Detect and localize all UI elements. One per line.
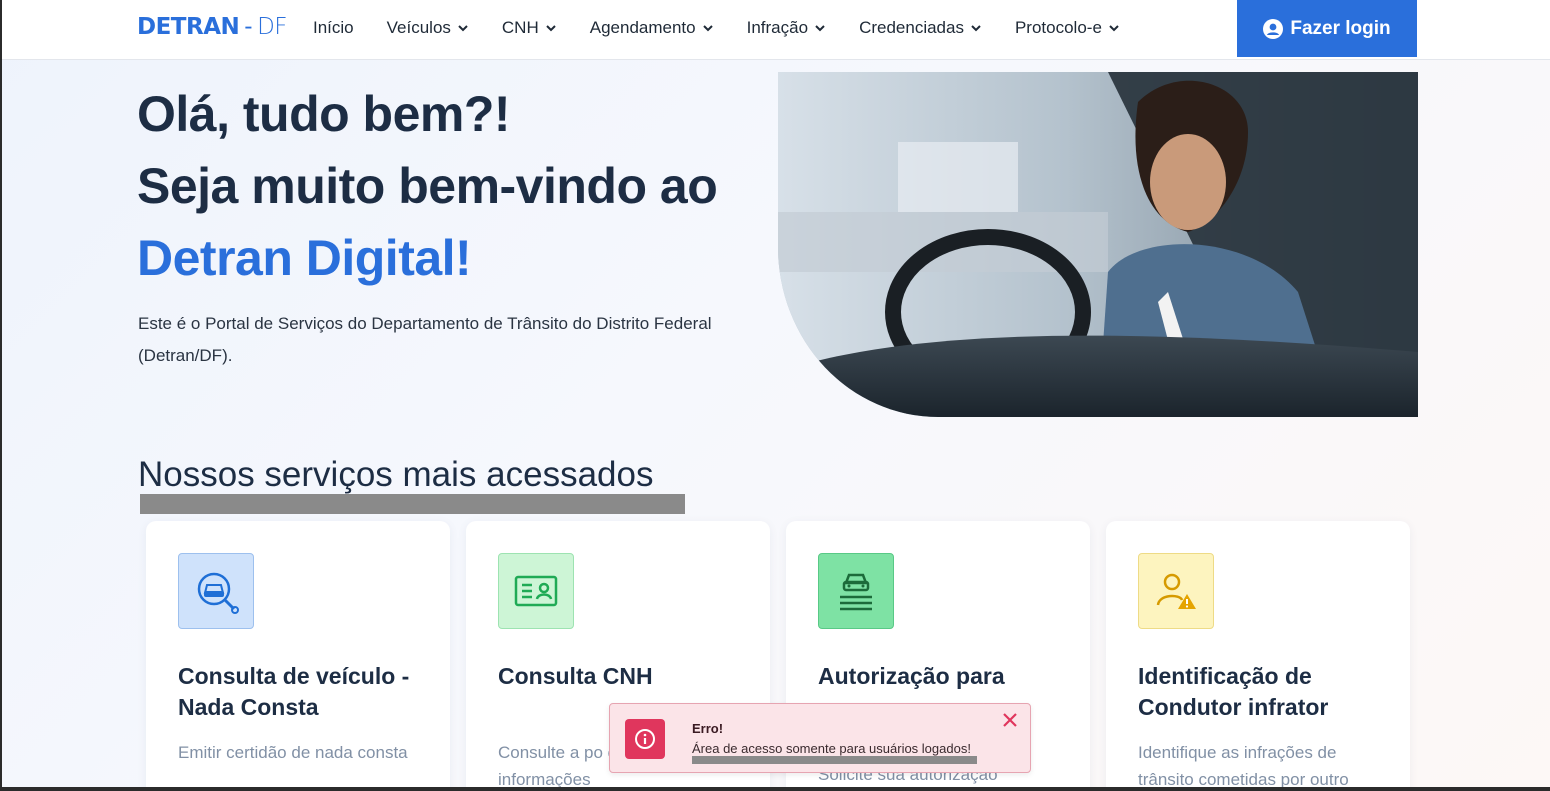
- card-title: Identificação de Condutor infrator: [1138, 663, 1329, 720]
- nav-item-cnh[interactable]: CNH: [502, 18, 557, 38]
- nav-item-veiculos[interactable]: Veículos: [387, 18, 469, 38]
- nav-item-label: Agendamento: [589, 18, 696, 37]
- toast-message-highlight: [692, 756, 977, 764]
- service-card-condutor-infrator[interactable]: Identificação de Condutor infrator Ident…: [1106, 521, 1410, 789]
- section-title-highlight: [140, 494, 685, 514]
- hero-description: Este é o Portal de Serviços do Departame…: [138, 314, 712, 365]
- nav-item-agendamento[interactable]: Agendamento: [590, 18, 714, 38]
- card-description: Emitir certidão de nada consta: [178, 743, 408, 762]
- logo-separator: -: [244, 14, 253, 40]
- chevron-down-icon: [1109, 25, 1119, 32]
- nav-item-credenciadas[interactable]: Credenciadas: [859, 18, 982, 38]
- nav-item-label: CNH: [501, 18, 539, 37]
- service-card-nada-consta[interactable]: Consulta de veículo - Nada Consta Emitir…: [146, 521, 450, 787]
- nav-item-protocolo-e[interactable]: Protocolo-e: [1015, 18, 1120, 38]
- chevron-down-icon: [971, 25, 981, 32]
- logo-suffix: DF: [257, 14, 288, 40]
- navbar: DETRAN - DF Início Veículos CNH Agendame…: [2, 0, 1550, 60]
- hero-image: [778, 72, 1418, 417]
- car-search-icon: [178, 553, 254, 629]
- id-card-icon: [498, 553, 574, 629]
- chevron-down-icon: [702, 25, 713, 32]
- login-label: Fazer login: [1290, 17, 1391, 39]
- info-icon: [625, 719, 665, 759]
- nav-item-infracao[interactable]: Infração: [747, 18, 826, 38]
- hero-title: Olá, tudo bem?! Seja muito bem-vindo ao …: [137, 78, 777, 294]
- card-description: Identifique as infrações de trânsito com…: [1138, 743, 1349, 789]
- hero-line-1: Olá, tudo bem?!: [137, 86, 511, 142]
- logo[interactable]: DETRAN - DF: [137, 14, 288, 40]
- user-circle-icon: [1263, 18, 1284, 39]
- main-nav: Início Veículos CNH Agendamento Infração…: [313, 0, 1153, 56]
- services-title: Nossos serviços mais acessados: [138, 455, 654, 494]
- hero-line-3: Detran Digital!: [137, 230, 472, 286]
- card-title: Autorização para: [818, 663, 1005, 689]
- nav-item-label: Protocolo-e: [1014, 18, 1102, 37]
- page: DETRAN - DF Início Veículos CNH Agendame…: [0, 0, 1550, 791]
- nav-item-label: Credenciadas: [859, 18, 964, 37]
- nav-item-inicio[interactable]: Início: [313, 18, 354, 38]
- login-button[interactable]: Fazer login: [1237, 0, 1417, 57]
- card-title: Consulta de veículo - Nada Consta: [178, 663, 410, 720]
- card-title: Consulta CNH: [498, 663, 653, 689]
- chevron-down-icon: [815, 25, 825, 32]
- nav-item-label: Início: [313, 18, 354, 37]
- car-document-icon: [818, 553, 894, 629]
- user-warning-icon: [1138, 553, 1214, 629]
- hero-line-2: Seja muito bem-vindo ao: [137, 158, 718, 214]
- toast-title: Erro!: [692, 721, 724, 736]
- chevron-down-icon: [546, 25, 556, 32]
- error-toast: Erro! Área de acesso somente para usuári…: [609, 703, 1031, 773]
- logo-main: DETRAN: [137, 14, 240, 40]
- chevron-down-icon: [458, 25, 468, 32]
- nav-item-label: Infração: [746, 18, 809, 37]
- toast-message: Área de acesso somente para usuários log…: [692, 741, 971, 756]
- close-icon[interactable]: [1001, 711, 1019, 729]
- nav-item-label: Veículos: [386, 18, 451, 37]
